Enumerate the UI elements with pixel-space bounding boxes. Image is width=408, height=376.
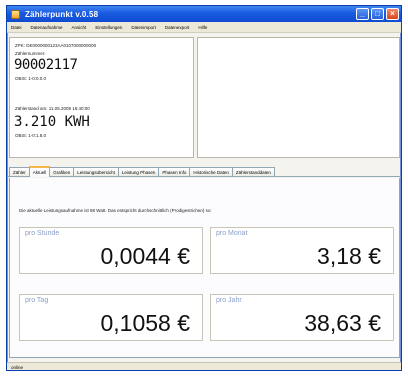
meter-serial: 90002117 (14, 57, 78, 73)
serial-obis: OBIS: 1-0:0.0.0 (15, 76, 47, 81)
power-info-text: Die aktuelle Leistungsaufnahme ist 88 Wa… (19, 208, 212, 213)
menu-datenexport[interactable]: Datenexport (165, 25, 190, 30)
cost-per-hour-box: pro Stunde 0,0044 € (19, 227, 203, 274)
tab-aktuell[interactable]: Aktuell (28, 166, 51, 177)
close-button[interactable]: × (386, 8, 399, 20)
menu-datenimport[interactable]: Datenimport (131, 25, 156, 30)
menu-einstellungen[interactable]: Einstellungen (95, 25, 122, 30)
window-controls: _ □ × (356, 8, 399, 20)
cost-label: pro Stunde (25, 230, 60, 237)
cost-label: pro Monat (216, 230, 248, 237)
menu-bar: Datei Datenaufnahme Ansicht Einstellunge… (7, 22, 401, 33)
tab-content: Die aktuelle Leistungsaufnahme ist 88 Wa… (9, 178, 400, 358)
cost-value: 0,0044 € (100, 243, 190, 269)
minimize-button[interactable]: _ (356, 8, 369, 20)
cost-label: pro Jahr (216, 297, 242, 304)
cost-per-month-box: pro Monat 3,18 € (210, 227, 394, 274)
tab-zaehler[interactable]: Zähler (9, 167, 30, 176)
tab-leistungsuebersicht[interactable]: Leistungsübersicht (73, 167, 119, 176)
title-bar[interactable]: Zählerpunkt v.0.58 _ □ × (7, 6, 401, 22)
window-title: Zählerpunkt v.0.58 (25, 9, 99, 19)
tab-phasen-info[interactable]: Phasen Info (158, 167, 191, 176)
tab-historische-daten[interactable]: Historische Daten (189, 167, 233, 176)
tab-leistung-phasen[interactable]: Leistung Phasen (117, 167, 160, 176)
menu-datenaufnahme[interactable]: Datenaufnahme (31, 25, 63, 30)
reading-obis: OBIS: 1-0:1.8.0 (15, 133, 47, 138)
side-panel (197, 37, 400, 158)
meter-info-panel: ZPK: DE0000000123AA0107000000000 Zählern… (9, 37, 194, 158)
app-window: Zählerpunkt v.0.58 _ □ × Datei Datenaufn… (6, 5, 402, 371)
tab-grafiken[interactable]: Grafiken (49, 167, 75, 176)
cost-per-year-box: pro Jahr 38,63 € (210, 294, 394, 341)
meter-reading: 3.210 KWH (14, 114, 90, 130)
cost-value: 38,63 € (304, 310, 381, 336)
tab-zaehlerstanddaten[interactable]: Zählerstanddaten (231, 167, 275, 176)
menu-hilfe[interactable]: Hilfe (198, 25, 207, 30)
cost-value: 0,1058 € (100, 310, 190, 336)
status-bar: online (7, 362, 401, 370)
cost-label: pro Tag (25, 297, 49, 304)
serial-label: Zählernummer: (15, 51, 46, 56)
tab-bar: Zähler Aktuell Grafiken Leistungsübersic… (7, 166, 401, 177)
app-icon (11, 9, 20, 19)
reading-label: Zählerstand am: 11.05.2009 16:40:00 (15, 106, 90, 111)
menu-datei[interactable]: Datei (11, 25, 22, 30)
maximize-button[interactable]: □ (371, 8, 384, 20)
menu-ansicht[interactable]: Ansicht (72, 25, 87, 30)
cost-value: 3,18 € (317, 243, 381, 269)
meter-id: ZPK: DE0000000123AA0107000000000 (15, 43, 97, 48)
cost-per-day-box: pro Tag 0,1058 € (19, 294, 203, 341)
